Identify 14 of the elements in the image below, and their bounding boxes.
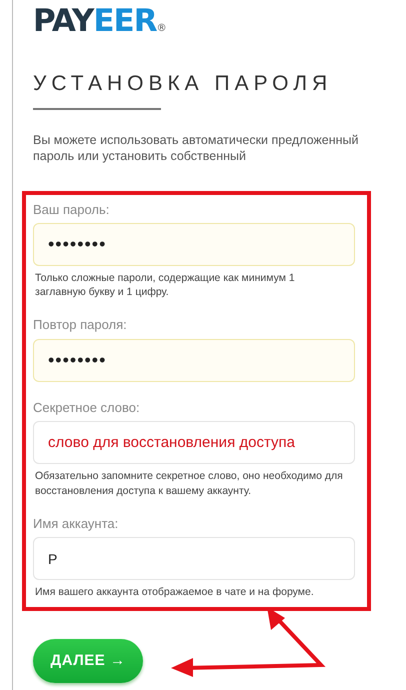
- field-label: Повтор пароля:: [33, 316, 127, 334]
- field-hint: Только сложные пароли, содержащие как минимум 1 заглавную букву и 1 цифру.: [35, 271, 296, 300]
- field-label: Имя аккаунта:: [33, 514, 118, 533]
- field-label: Секретное слово:: [33, 398, 140, 417]
- page-title: УСТАНОВКА ПАРОЛЯ: [33, 71, 332, 96]
- field-hint: Имя вашего аккаунта отображаемое в чате и на форуме.: [35, 585, 315, 600]
- field-label: Ваш пароль:: [33, 200, 110, 219]
- logo: PAYEER®: [33, 2, 167, 37]
- input-field[interactable]: слово для восстановления доступа: [33, 421, 355, 464]
- password-field[interactable]: ••••••••: [33, 223, 355, 266]
- password-field[interactable]: ••••••••: [33, 338, 355, 382]
- input-field[interactable]: P: [33, 537, 355, 580]
- intro-text: Вы можете использовать автоматически предложенный пароль или установить собственный: [33, 132, 360, 164]
- field-hint: Обязательно запомните секретное слово, оно необходимо для восстановления доступа к вашему аккаунту.: [35, 469, 344, 498]
